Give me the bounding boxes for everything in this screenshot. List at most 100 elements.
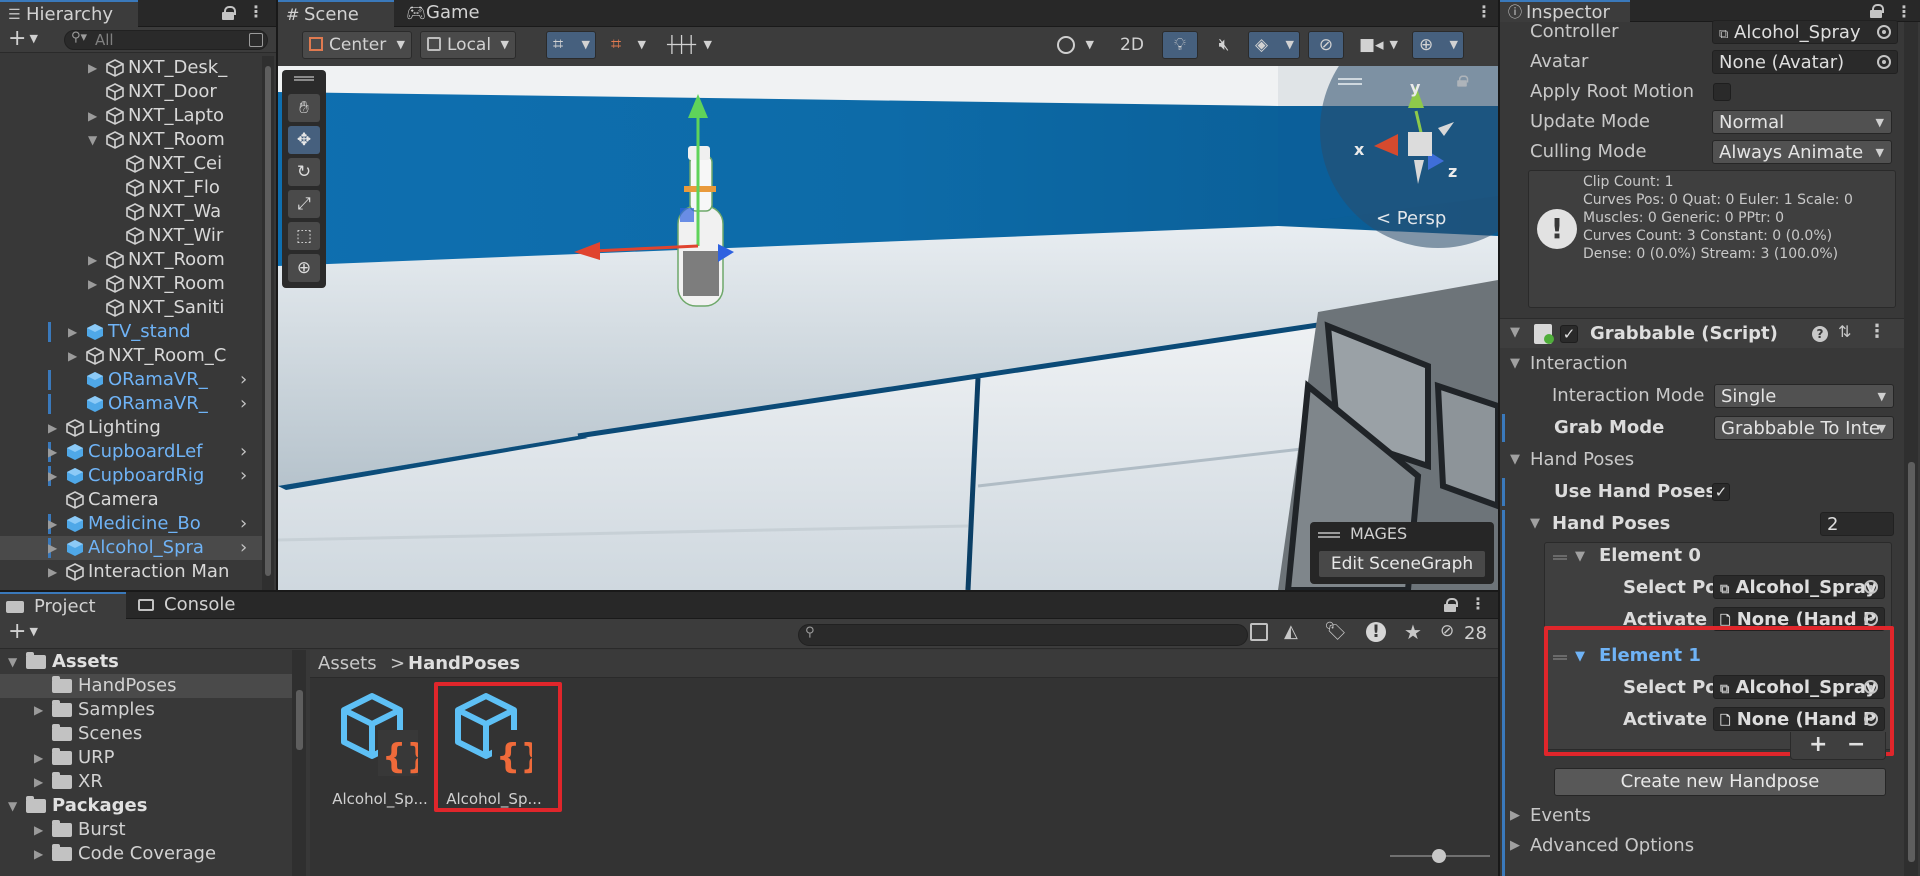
hierarchy-item[interactable]: ▶ NXT_Desk_ [0, 56, 262, 80]
shading-mode-button[interactable]: ▼ [1050, 31, 1100, 59]
search-by-type-icon[interactable] [1250, 623, 1268, 641]
collapse-arrow-icon[interactable]: ▼ [1510, 325, 1520, 340]
collapsed-arrow-icon[interactable]: ▶ [88, 104, 102, 128]
project-folder-item[interactable]: ▶ URP [0, 746, 292, 770]
project-search-input[interactable]: ⚲ [798, 624, 1248, 646]
collapsed-arrow-icon[interactable]: ▶ [34, 746, 43, 770]
axis-y-label[interactable]: y [1410, 78, 1420, 97]
hierarchy-item[interactable]: ▶ Alcohol_Spra › [0, 536, 262, 560]
object-picker-icon[interactable] [1877, 25, 1891, 39]
hierarchy-item[interactable]: ▶ NXT_Room_C [0, 344, 262, 368]
hierarchy-item[interactable]: NXT_Wa [0, 200, 262, 224]
open-prefab-chevron-icon[interactable]: › [240, 440, 247, 464]
2d-toggle[interactable]: 2D [1110, 31, 1154, 59]
open-prefab-chevron-icon[interactable]: › [240, 512, 247, 536]
hierarchy-item[interactable]: NXT_Cei [0, 152, 262, 176]
preset-icon[interactable]: ⇅ [1838, 322, 1851, 341]
collapsed-arrow-icon[interactable]: ▶ [48, 536, 62, 560]
project-folder-item[interactable]: ▶ Samples [0, 698, 292, 722]
use-hand-poses-checkbox[interactable]: ✓ [1712, 483, 1730, 501]
controller-field[interactable]: ⧉ Alcohol_Spray [1712, 20, 1898, 44]
open-prefab-chevron-icon[interactable]: › [240, 536, 247, 560]
ruler-button[interactable]: ┼┼┼ ▼ [660, 31, 718, 59]
hierarchy-item[interactable]: ▼ NXT_Room [0, 128, 262, 152]
transform-tool-icon[interactable]: ⊕ [288, 254, 320, 282]
hand-poses-foldout[interactable]: ▼ Hand Poses [1500, 446, 1904, 474]
axis-z-label[interactable]: z [1448, 162, 1457, 181]
expanded-arrow-icon[interactable]: ▼ [8, 794, 17, 818]
hierarchy-item[interactable]: NXT_Saniti [0, 296, 262, 320]
hierarchy-item[interactable]: ▶ NXT_Room [0, 248, 262, 272]
grabbable-enabled-checkbox[interactable]: ✓ [1560, 325, 1578, 343]
interaction-mode-dropdown[interactable]: Single [1714, 384, 1894, 408]
hierarchy-item[interactable]: ▶ CupboardLef › [0, 440, 262, 464]
icon-size-slider[interactable] [1390, 848, 1490, 864]
create-asset-button[interactable]: + ▼ [8, 619, 48, 647]
hidden-packages-icon[interactable]: ⊘ [1440, 621, 1454, 641]
asset-item[interactable]: {} Alcohol_Sp... [332, 692, 428, 808]
edit-scenegraph-button[interactable]: Edit SceneGraph [1318, 550, 1486, 578]
collapsed-arrow-icon[interactable]: ▶ [34, 770, 43, 794]
object-picker-icon[interactable] [1877, 55, 1891, 69]
collapsed-arrow-icon[interactable]: ▶ [34, 698, 43, 722]
project-folder-item[interactable]: ▶ XR [0, 770, 292, 794]
hand-poses-count-field[interactable]: 2 [1820, 512, 1894, 536]
collapse-arrow-icon[interactable]: ▼ [1530, 510, 1540, 538]
scene-viewport[interactable]: ✋︎ ✥ ↻ ⤢ ⬚ ⊕ y x z < Persp MAGES Edit Sc… [278, 66, 1498, 590]
collapse-arrow-icon[interactable]: ▼ [1575, 549, 1585, 564]
hierarchy-item[interactable]: ▶ Medicine_Bo › [0, 512, 262, 536]
hand-tool-icon[interactable]: ✋︎ [288, 94, 320, 122]
grid-snap-button[interactable]: ⌗ ▼ [546, 31, 596, 59]
more-options-icon[interactable]: ⋮ [248, 0, 264, 27]
hierarchy-item[interactable]: ▶ NXT_Room [0, 272, 262, 296]
hierarchy-item[interactable]: NXT_Flo [0, 176, 262, 200]
lock-icon[interactable] [222, 6, 236, 20]
incremental-snap-button[interactable]: ⌗ ▼ [604, 31, 652, 59]
search-input[interactable]: ⚲▾ All [64, 30, 268, 50]
events-foldout[interactable]: ▶ Events [1500, 802, 1904, 830]
tab-game[interactable]: 🎮︎ Game [400, 0, 500, 27]
hierarchy-item[interactable]: NXT_Door [0, 80, 262, 104]
help-icon[interactable]: ? [1812, 326, 1828, 342]
axis-x-label[interactable]: x [1354, 140, 1364, 159]
rotate-tool-icon[interactable]: ↻ [288, 158, 320, 186]
project-folder-item[interactable]: ▶ Code Coverage [0, 842, 292, 866]
inspector-scrollbar[interactable] [1904, 22, 1918, 876]
more-options-icon[interactable]: ⋮ [1470, 592, 1486, 619]
hierarchy-scrollbar[interactable] [262, 56, 274, 590]
slider-handle[interactable] [1432, 849, 1446, 863]
breadcrumb-handposes[interactable]: HandPoses [408, 650, 520, 678]
remove-element-button[interactable]: − [1847, 732, 1865, 758]
space-dropdown[interactable]: Local ▼ [420, 31, 516, 59]
effects-toggle[interactable]: ◈ ▼ [1248, 31, 1300, 59]
log-filter-icon[interactable]: ! [1366, 622, 1386, 642]
move-tool-icon[interactable]: ✥ [288, 126, 320, 154]
grab-mode-dropdown[interactable]: Grabbable To Inte [1714, 416, 1894, 440]
drag-handle-icon[interactable] [1553, 555, 1567, 560]
grabbable-header[interactable]: ▼ ✓ Grabbable (Script) ? ⇅ ⋮ [1500, 318, 1904, 348]
collapse-arrow-icon[interactable]: ▼ [1510, 350, 1520, 378]
drag-handle-icon[interactable] [1318, 532, 1340, 538]
hierarchy-item[interactable]: ▶ TV_stand [0, 320, 262, 344]
add-element-button[interactable]: + [1809, 732, 1827, 758]
pivot-dropdown[interactable]: Center ▼ [302, 31, 412, 59]
lighting-toggle[interactable]: 💡︎ [1162, 31, 1198, 59]
drag-handle-icon[interactable] [294, 76, 314, 81]
filter-by-label-icon[interactable]: 🏷︎ [1324, 621, 1347, 642]
hierarchy-item[interactable]: ▶ NXT_Lapto [0, 104, 262, 128]
collapsed-arrow-icon[interactable]: ▶ [34, 842, 43, 866]
culling-mode-dropdown[interactable]: Always Animate [1712, 140, 1892, 164]
hierarchy-item[interactable]: ▶ CupboardRig › [0, 464, 262, 488]
root-motion-checkbox[interactable] [1713, 83, 1731, 101]
open-prefab-chevron-icon[interactable]: › [240, 368, 247, 392]
gizmo-lock-icon[interactable] [1457, 75, 1469, 87]
collapsed-arrow-icon[interactable]: ▶ [48, 560, 62, 584]
hierarchy-item[interactable]: ORamaVR_ › [0, 368, 262, 392]
search-scene-icon[interactable] [249, 33, 263, 47]
hierarchy-item[interactable]: Camera [0, 488, 262, 512]
project-folder-item[interactable]: ▼ Packages [0, 794, 292, 818]
create-handpose-button[interactable]: Create new Handpose [1554, 768, 1886, 796]
collapsed-arrow-icon[interactable]: ▶ [48, 512, 62, 536]
collapsed-arrow-icon[interactable]: ▶ [68, 320, 82, 344]
tab-console[interactable]: Console [130, 592, 270, 619]
